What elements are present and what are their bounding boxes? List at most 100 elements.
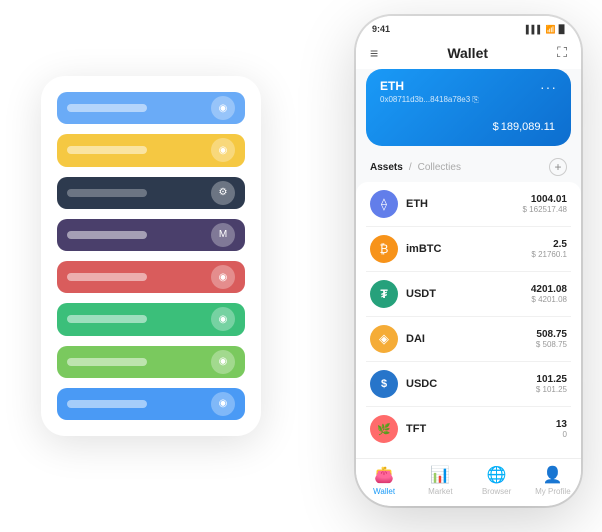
color-card-6: ◉ (57, 303, 245, 335)
card-icon-7: ◉ (211, 350, 235, 374)
asset-value-usdt: $ 4201.08 (531, 295, 567, 304)
assets-tab-assets[interactable]: Assets (370, 162, 403, 173)
asset-amounts-dai: 508.75 $ 508.75 (536, 329, 567, 349)
card-icon-4: M (211, 223, 235, 247)
asset-name-eth: ETH (406, 198, 523, 210)
signal-icon: ▌▌▌ (526, 25, 543, 34)
asset-amounts-imbtc: 2.5 $ 21760.1 (531, 239, 567, 259)
battery-icon: ▉ (559, 25, 565, 34)
balance-symbol: $ (493, 121, 499, 133)
browser-nav-icon: 🌐 (487, 465, 507, 485)
asset-item-eth[interactable]: ⟠ ETH 1004.01 $ 162517.48 (366, 182, 571, 227)
menu-icon[interactable]: ≡ (370, 45, 378, 61)
card-line-1 (67, 104, 147, 112)
header-title: Wallet (447, 45, 488, 61)
asset-value-tft: 0 (556, 430, 567, 439)
status-icons: ▌▌▌ 📶 ▉ (526, 25, 565, 34)
asset-item-usdc[interactable]: $ USDC 101.25 $ 101.25 (366, 362, 571, 407)
expand-icon[interactable]: ⛶ (557, 44, 567, 61)
asset-name-tft: TFT (406, 423, 556, 435)
assets-tabs: Assets / Collecties (370, 162, 461, 173)
asset-name-usdt: USDT (406, 288, 531, 300)
bg-card-panel: ◉ ◉ ⚙ M ◉ ◉ ◉ ◉ (41, 76, 261, 436)
card-icon-3: ⚙ (211, 181, 235, 205)
color-card-1: ◉ (57, 92, 245, 124)
asset-value-usdc: $ 101.25 (536, 385, 567, 394)
assets-add-button[interactable]: + (549, 158, 567, 176)
asset-amounts-usdc: 101.25 $ 101.25 (536, 374, 567, 394)
card-line-4 (67, 231, 147, 239)
asset-amount-imbtc: 2.5 (531, 239, 567, 250)
asset-amount-eth: 1004.01 (523, 194, 568, 205)
card-line-7 (67, 358, 147, 366)
market-nav-label: Market (428, 487, 452, 496)
card-line-8 (67, 400, 147, 408)
asset-icon-dai: ◈ (370, 325, 398, 353)
asset-item-tft[interactable]: 🌿 TFT 13 0 (366, 407, 571, 451)
asset-amount-usdc: 101.25 (536, 374, 567, 385)
asset-value-dai: $ 508.75 (536, 340, 567, 349)
scene: ◉ ◉ ⚙ M ◉ ◉ ◉ ◉ (21, 16, 581, 516)
eth-card[interactable]: ··· ETH 0x08711d3b...8418a78e3 ⎘ $189,08… (366, 69, 571, 146)
bottom-nav: 👛 Wallet 📊 Market 🌐 Browser 👤 My Profile (356, 458, 581, 506)
eth-card-address: 0x08711d3b...8418a78e3 ⎘ (380, 95, 557, 105)
asset-amounts-tft: 13 0 (556, 419, 567, 439)
asset-item-dai[interactable]: ◈ DAI 508.75 $ 508.75 (366, 317, 571, 362)
assets-tab-divider: / (409, 162, 412, 173)
eth-card-name: ETH (380, 79, 557, 93)
asset-icon-eth: ⟠ (370, 190, 398, 218)
asset-list: ⟠ ETH 1004.01 $ 162517.48 ₿ imBTC 2.5 $ … (356, 182, 581, 458)
asset-item-imbtc[interactable]: ₿ imBTC 2.5 $ 21760.1 (366, 227, 571, 272)
nav-item-profile[interactable]: 👤 My Profile (525, 465, 581, 496)
wifi-icon: 📶 (546, 25, 556, 34)
asset-amount-dai: 508.75 (536, 329, 567, 340)
asset-icon-usdt: ₮ (370, 280, 398, 308)
asset-item-usdt[interactable]: ₮ USDT 4201.08 $ 4201.08 (366, 272, 571, 317)
card-icon-8: ◉ (211, 392, 235, 416)
eth-card-balance: $189,089.11 (380, 113, 557, 136)
asset-name-dai: DAI (406, 333, 536, 345)
asset-value-eth: $ 162517.48 (523, 205, 568, 214)
balance-value: 189,089.11 (501, 121, 555, 133)
asset-name-usdc: USDC (406, 378, 536, 390)
market-nav-icon: 📊 (430, 465, 450, 485)
asset-icon-tft: 🌿 (370, 415, 398, 443)
status-bar: 9:41 ▌▌▌ 📶 ▉ (356, 16, 581, 38)
phone-frame: 9:41 ▌▌▌ 📶 ▉ ≡ Wallet ⛶ ··· ETH 0x08711d… (356, 16, 581, 506)
asset-amount-usdt: 4201.08 (531, 284, 567, 295)
nav-item-browser[interactable]: 🌐 Browser (469, 465, 525, 496)
color-card-7: ◉ (57, 346, 245, 378)
card-icon-5: ◉ (211, 265, 235, 289)
card-line-5 (67, 273, 147, 281)
card-line-2 (67, 146, 147, 154)
nav-item-market[interactable]: 📊 Market (412, 465, 468, 496)
nav-item-wallet[interactable]: 👛 Wallet (356, 465, 412, 496)
wallet-nav-label: Wallet (373, 487, 395, 496)
asset-value-imbtc: $ 21760.1 (531, 250, 567, 259)
color-card-3: ⚙ (57, 177, 245, 209)
card-icon-2: ◉ (211, 138, 235, 162)
color-card-8: ◉ (57, 388, 245, 420)
profile-nav-label: My Profile (535, 487, 571, 496)
card-icon-1: ◉ (211, 96, 235, 120)
phone-content: ··· ETH 0x08711d3b...8418a78e3 ⎘ $189,08… (356, 69, 581, 458)
wallet-nav-icon: 👛 (374, 465, 394, 485)
color-card-2: ◉ (57, 134, 245, 166)
asset-name-imbtc: imBTC (406, 243, 531, 255)
card-icon-6: ◉ (211, 307, 235, 331)
phone-header: ≡ Wallet ⛶ (356, 38, 581, 69)
asset-icon-imbtc: ₿ (370, 235, 398, 263)
assets-header: Assets / Collecties + (356, 154, 581, 182)
profile-nav-icon: 👤 (543, 465, 563, 485)
card-line-6 (67, 315, 147, 323)
color-card-5: ◉ (57, 261, 245, 293)
asset-amounts-eth: 1004.01 $ 162517.48 (523, 194, 568, 214)
assets-tab-collecties[interactable]: Collecties (418, 162, 461, 173)
color-card-4: M (57, 219, 245, 251)
status-time: 9:41 (372, 24, 390, 34)
asset-amounts-usdt: 4201.08 $ 4201.08 (531, 284, 567, 304)
browser-nav-label: Browser (482, 487, 511, 496)
asset-amount-tft: 13 (556, 419, 567, 430)
card-line-3 (67, 189, 147, 197)
eth-card-dots-menu[interactable]: ··· (540, 79, 557, 95)
